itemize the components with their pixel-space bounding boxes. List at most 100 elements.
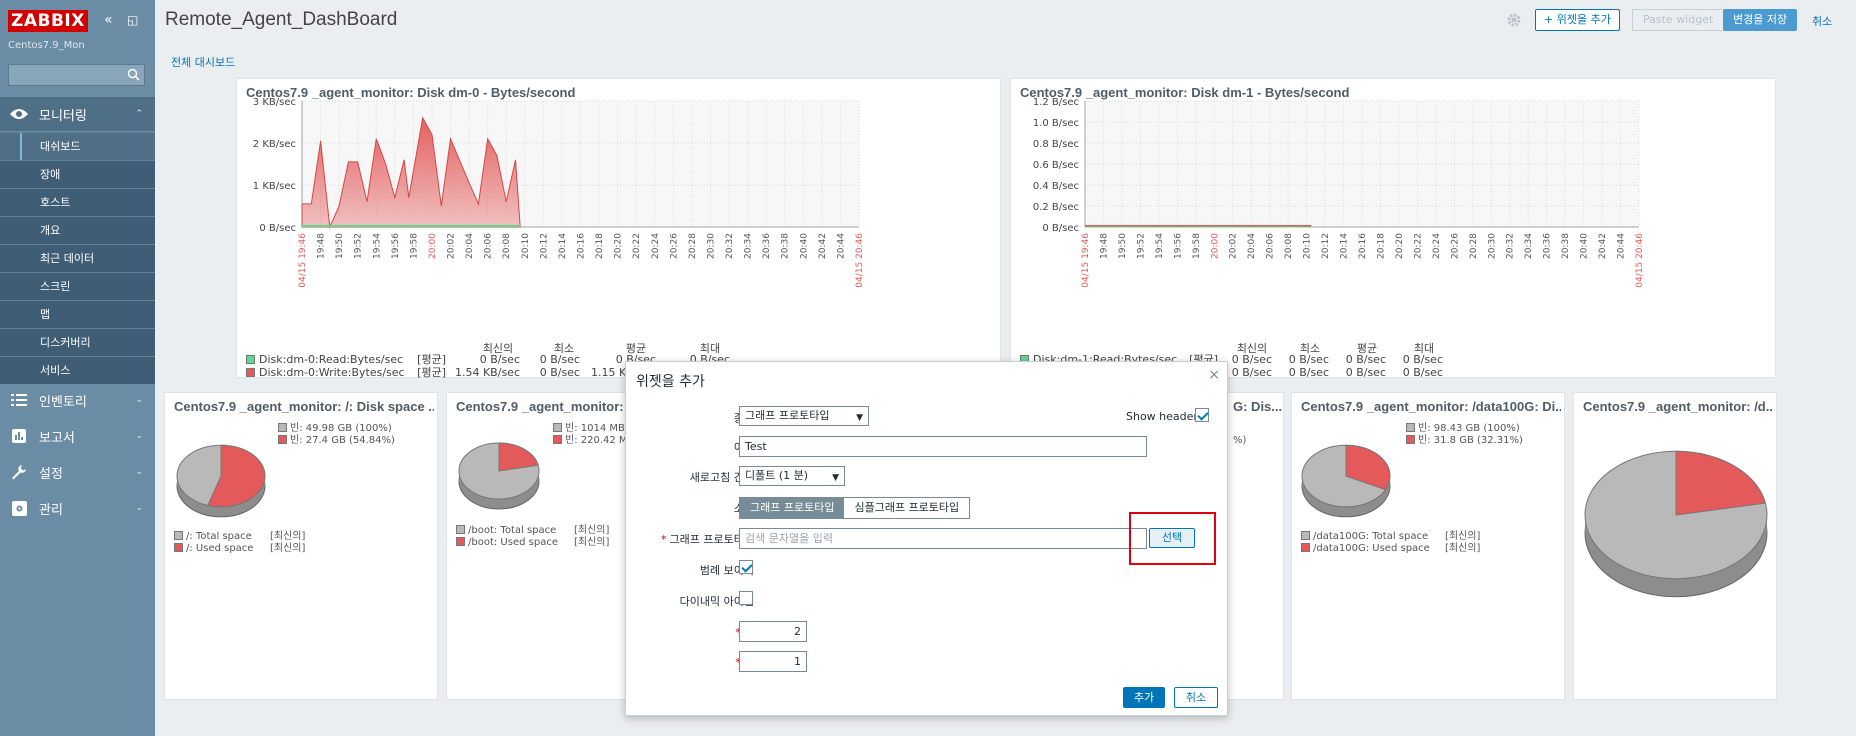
x-range-label: 04/15 19:46 xyxy=(298,233,308,288)
sidebar-section-reports[interactable]: 보고서 ⌄ xyxy=(0,419,155,453)
pie-legend-name: /: Used space xyxy=(186,543,254,554)
x-tick-label: 20:12 xyxy=(539,233,549,259)
sidebar-item-hosts[interactable]: 호스트 xyxy=(0,188,155,216)
graph-disk-dm-0: 3 KB/sec 2 KB/sec 1 KB/sec 0 B/sec04/15 19:… xyxy=(253,97,865,288)
show-legend-checkbox[interactable] xyxy=(739,560,753,574)
pie-legend-func: [최신의] xyxy=(1445,531,1481,542)
show-header-checkbox[interactable] xyxy=(1195,408,1209,422)
list-icon xyxy=(9,392,29,408)
paste-widget-button[interactable]: Paste widget xyxy=(1632,9,1725,31)
sidebar-section-label: 설정 xyxy=(39,466,63,482)
x-tick-label: 20:04 xyxy=(1247,233,1257,259)
rows-input[interactable]: 1 xyxy=(739,651,807,672)
x-tick-label: 20:20 xyxy=(1395,233,1405,259)
graph-widget-disk-dm-0[interactable]: Centos7.9 _agent_monitor: Disk dm-0 - By… xyxy=(236,78,1001,379)
x-tick-label: 20:16 xyxy=(577,233,587,259)
legend-swatch xyxy=(553,435,562,444)
sidebar-item-maps[interactable]: 맵 xyxy=(0,300,155,328)
pie-legend-row: /data100G: Used space [최신의] xyxy=(1301,543,1480,555)
sidebar-section-administration[interactable]: 관리 ⌄ xyxy=(0,491,155,525)
type-select[interactable]: 그래프 프로토타입 ▼ xyxy=(739,406,869,426)
sidebar-section-label: 모니터링 xyxy=(39,108,87,124)
pie-widget-data100g[interactable]: Centos7.9 _agent_monitor: /data100G: Di.… xyxy=(1291,392,1565,700)
sidebar-section-inventory[interactable]: 인벤토리 ⌄ xyxy=(0,383,155,417)
x-tick-label: 20:04 xyxy=(465,233,475,259)
sidebar-item-latest-data[interactable]: 최근 데이터 xyxy=(0,244,155,272)
x-tick-label: 20:14 xyxy=(1340,233,1350,259)
add-button[interactable]: 추가 xyxy=(1123,687,1165,708)
pie-legend-func: [최신의] xyxy=(574,537,610,548)
x-tick-label: 20:20 xyxy=(614,233,624,259)
cancel-edit-link[interactable]: 취소 xyxy=(1812,13,1832,29)
dashboard-settings-icon[interactable] xyxy=(1506,12,1522,28)
legend-swatch xyxy=(1406,435,1415,444)
pie-value-free: 빈: 98.43 GB (100%) xyxy=(1406,423,1523,435)
sidebar-item-overview[interactable]: 개요 xyxy=(0,216,155,244)
x-tick-label: 19:58 xyxy=(409,233,419,259)
pie-legend-name: /boot: Total space xyxy=(468,525,557,536)
sidebar-item-screens[interactable]: 스크린 xyxy=(0,272,155,300)
x-tick-label: 20:38 xyxy=(781,233,791,259)
chevron-down-icon: ▼ xyxy=(856,413,863,423)
x-tick-label: 19:52 xyxy=(354,233,364,259)
source-segmented-control: 그래프 프로토타입 심플그래프 프로토타입 xyxy=(739,497,971,519)
x-tick-label: 20:34 xyxy=(744,233,754,259)
zabbix-logo[interactable]: ZABBIX xyxy=(8,10,88,32)
legend-swatch xyxy=(278,423,287,432)
legend-item-name: Disk:dm-0:Read:Bytes/sec xyxy=(259,353,404,366)
dynamic-item-checkbox[interactable] xyxy=(739,591,753,605)
search-icon[interactable] xyxy=(127,68,140,81)
legend-swatch xyxy=(246,355,255,364)
pie-legend-func: [최신의] xyxy=(1445,543,1481,554)
gear-icon xyxy=(9,500,29,516)
graph-widget-disk-dm-1[interactable]: Centos7.9 _agent_monitor: Disk dm-1 - By… xyxy=(1010,78,1776,379)
sidebar-item-problems[interactable]: 장애 xyxy=(0,160,155,188)
pie-legend-name: /: Total space xyxy=(186,531,252,542)
sidebar-item-dashboard[interactable]: 대쉬보드 xyxy=(0,132,155,161)
eye-icon xyxy=(9,106,29,122)
legend-swatch xyxy=(1301,531,1310,540)
pie-values: 빈: 49.98 GB (100%) 빈: 27.4 GB (54.84%) xyxy=(278,423,395,447)
name-input[interactable]: Test xyxy=(739,436,1147,457)
x-range-label: 04/15 19:46 xyxy=(1081,233,1091,288)
legend-func: [평균] xyxy=(417,366,446,379)
pie-widget-root[interactable]: Centos7.9 _agent_monitor: /: Disk space … xyxy=(164,392,438,700)
sidebar-section-monitoring[interactable]: 모니터링 ⌃ xyxy=(0,97,155,131)
x-tick-label: 20:12 xyxy=(1321,233,1331,259)
columns-input[interactable]: 2 xyxy=(739,621,807,642)
chevron-down-icon: ⌄ xyxy=(135,503,143,513)
sidebar-item-discovery[interactable]: 디스커버리 xyxy=(0,328,155,356)
source-option-graph-prototype[interactable]: 그래프 프로토타입 xyxy=(740,498,845,518)
legend-last: 1.54 KB/sec xyxy=(454,366,520,379)
show-header-label: Show header xyxy=(1126,410,1198,423)
save-changes-button[interactable]: 변경을 저장 xyxy=(1723,9,1798,31)
x-tick-label: 20:14 xyxy=(558,233,568,259)
pie-value-free: 빈: 1014 MB xyxy=(553,423,628,435)
x-tick-label: 20:08 xyxy=(502,233,512,259)
graph-prototype-input[interactable]: 검색 문자열을 입력 xyxy=(739,528,1147,549)
x-tick-label: 19:54 xyxy=(372,233,382,259)
pie-widget-data-large[interactable]: Centos7.9 _agent_monitor: /d... xyxy=(1573,392,1777,700)
pie-legend-row: /data100G: Total space [최신의] xyxy=(1301,531,1480,543)
collapse-sidebar-icon[interactable]: « xyxy=(104,12,113,28)
kiosk-mode-icon[interactable]: ◱ xyxy=(127,12,138,28)
sidebar-section-label: 관리 xyxy=(39,502,63,518)
cancel-button[interactable]: 취소 xyxy=(1174,687,1218,708)
sidebar-item-services[interactable]: 서비스 xyxy=(0,356,155,384)
legend-avg: 0 B/sec xyxy=(1345,366,1386,379)
source-option-simple-graph-prototype[interactable]: 심플그래프 프로토타입 xyxy=(844,498,970,518)
sidebar-section-configuration[interactable]: 설정 ⌄ xyxy=(0,455,155,489)
breadcrumb-all-dashboards[interactable]: 전체 대시보드 xyxy=(171,54,235,70)
monitoring-submenu: 대쉬보드 장애 호스트 개요 최근 데이터 스크린 맵 디스커버리 서비스 xyxy=(0,132,155,384)
refresh-interval-select[interactable]: 디폴트 (1 분) ▼ xyxy=(739,466,845,486)
close-icon[interactable]: × xyxy=(1208,367,1220,383)
legend-min: 0 B/sec xyxy=(1288,366,1329,379)
sidebar-search-input[interactable] xyxy=(8,64,145,86)
wrench-icon xyxy=(9,464,29,480)
legend-swatch xyxy=(456,537,465,546)
x-tick-label: 20:32 xyxy=(1506,233,1516,259)
x-tick-label: 19:48 xyxy=(317,233,327,259)
y-tick-label: 0.4 B/sec xyxy=(1033,181,1079,192)
add-widget-button[interactable]: + 위젯을 추가 xyxy=(1535,9,1620,31)
x-tick-label: 20:44 xyxy=(836,233,846,259)
